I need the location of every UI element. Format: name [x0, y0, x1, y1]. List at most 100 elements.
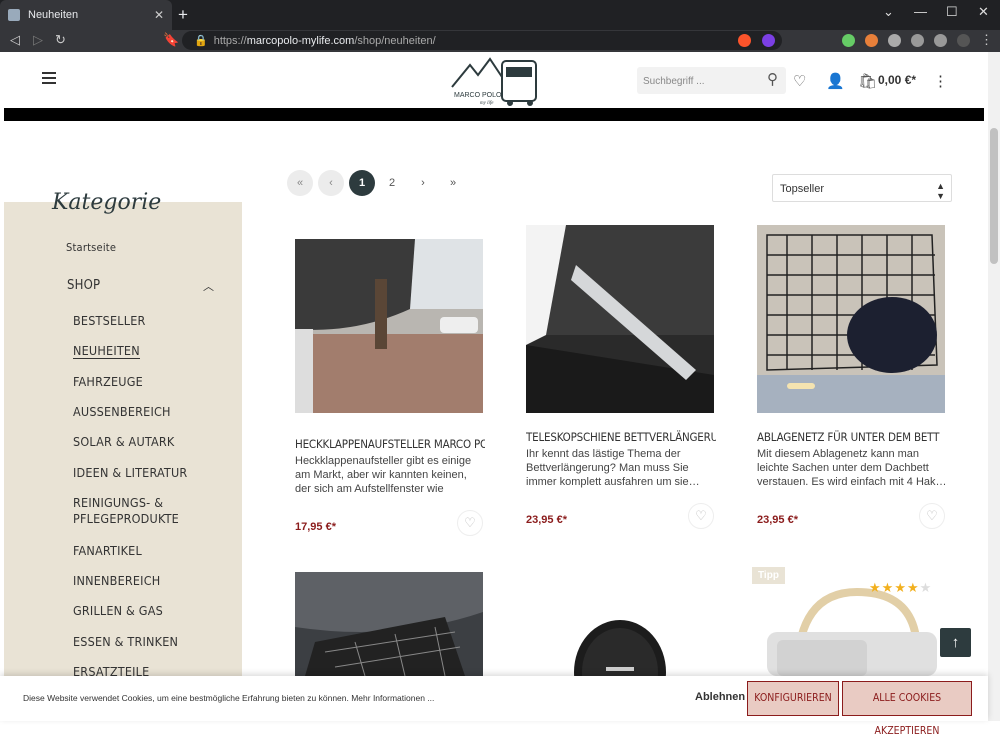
- next-page-button[interactable]: ›: [410, 170, 436, 196]
- metamask-icon[interactable]: [865, 34, 878, 47]
- cookie-reject-button[interactable]: Ablehnen: [695, 691, 745, 703]
- wishlist-icon[interactable]: ♡: [793, 72, 806, 90]
- cookie-configure-button[interactable]: Konfigurieren: [747, 681, 839, 716]
- product-description: Mit diesem Ablagenetz kann man leichte S…: [757, 448, 947, 488]
- product-card[interactable]: Ablagenetz für unter dem Bett Mit diesem…: [757, 225, 947, 529]
- tab-title: Neuheiten: [28, 9, 79, 21]
- product-price: 23,95 €*: [757, 514, 798, 526]
- product-price: 23,95 €*: [526, 514, 567, 526]
- star-empty-icon: ★: [919, 580, 933, 595]
- lock-icon: 🔒: [194, 35, 208, 47]
- more-menu-icon[interactable]: ⋮: [933, 72, 948, 90]
- product-image[interactable]: [757, 225, 945, 413]
- close-tab-icon[interactable]: ✕: [154, 8, 164, 22]
- sidebar-item-bestseller[interactable]: Bestseller: [73, 313, 146, 328]
- media-icon[interactable]: [911, 34, 924, 47]
- scrollbar-thumb[interactable]: [990, 128, 998, 264]
- rating-stars: ★★★★★: [869, 580, 932, 596]
- address-bar[interactable]: 🔒 https:// marcopolo-mylife.com /shop/ne…: [182, 31, 782, 50]
- sidebar-item-reinigung[interactable]: Reinigungs- & Pflegeprodukte: [73, 495, 183, 527]
- heart-icon[interactable]: ♡: [457, 510, 483, 536]
- product-image[interactable]: [295, 232, 483, 420]
- new-tab-button[interactable]: +: [178, 5, 188, 25]
- product-card[interactable]: Heckklappenaufsteller Marco Polo oder He…: [295, 232, 485, 536]
- site-logo[interactable]: MARCO POLO my life: [450, 55, 540, 107]
- brave-shield-icon[interactable]: [738, 34, 751, 47]
- heart-icon[interactable]: ♡: [688, 503, 714, 529]
- product-title[interactable]: Heckklappenaufsteller Marco Polo oder: [295, 437, 485, 451]
- sidebar-item-aussenbereich[interactable]: Aussenbereich: [73, 404, 171, 419]
- product-title[interactable]: Ablagenetz für unter dem Bett: [757, 430, 947, 444]
- select-caret-icon: ▲ ▼: [936, 181, 945, 201]
- product-description: Heckklappenaufsteller gibt es einige am …: [295, 455, 472, 495]
- bookmark-icon[interactable]: 🔖: [163, 32, 179, 48]
- scroll-to-top-button[interactable]: ↑: [940, 628, 971, 657]
- logo-subtext: my life: [480, 101, 494, 106]
- menu-icon[interactable]: [42, 72, 56, 87]
- favicon-icon: [8, 9, 20, 21]
- chevron-up-icon[interactable]: ︿: [203, 278, 214, 294]
- wallet-icon[interactable]: [934, 34, 947, 47]
- star-icon: ★: [881, 580, 895, 595]
- sidebar-item-solar[interactable]: Solar & Autark: [73, 434, 174, 449]
- sidebar-item-grillen[interactable]: Grillen & Gas: [73, 603, 163, 618]
- extensions-puzzle-icon[interactable]: [888, 34, 901, 47]
- heart-icon[interactable]: ♡: [919, 503, 945, 529]
- brave-rewards-icon[interactable]: [762, 34, 775, 47]
- tipp-badge: Tipp: [752, 567, 785, 584]
- sidebar-item-innenbereich[interactable]: Innenbereich: [73, 573, 160, 588]
- tab-search-icon[interactable]: ⌄: [883, 4, 894, 20]
- star-icon: ★: [894, 580, 907, 595]
- cart-total[interactable]: 0,00 €*: [878, 73, 916, 87]
- product-title[interactable]: Teleskopschiene Bettverlängerung: [526, 430, 716, 444]
- profile-avatar[interactable]: [957, 34, 970, 47]
- sidebar-item-fahrzeuge[interactable]: Fahrzeuge: [73, 374, 143, 389]
- sort-select[interactable]: Topseller ▲ ▼: [772, 174, 952, 202]
- product-price: 17,95 €*: [295, 521, 336, 533]
- sidebar-item-ideen[interactable]: Ideen & Literatur: [73, 465, 187, 480]
- page-1-button[interactable]: 1: [349, 170, 375, 196]
- product-image[interactable]: [526, 225, 714, 413]
- url-host: marcopolo-mylife.com: [246, 34, 355, 47]
- product-image[interactable]: [295, 572, 483, 676]
- search-input[interactable]: Suchbegriff ... ⚲: [637, 67, 786, 94]
- product-description: Ihr kennt das lästige Thema der Bettverl…: [526, 448, 700, 488]
- forward-icon[interactable]: ▷: [33, 32, 43, 48]
- browser-menu-icon[interactable]: ⋮: [980, 32, 993, 48]
- url-path: /shop/neuheiten/: [354, 34, 436, 47]
- reload-icon[interactable]: ↻: [55, 32, 66, 48]
- product-card[interactable]: Teleskopschiene Bettverlängerung Ihr ken…: [526, 225, 716, 529]
- product-image[interactable]: [526, 572, 714, 676]
- browser-tabbar: Neuheiten ✕ + ⌄ — ☐ ✕: [0, 0, 1000, 30]
- browser-tab[interactable]: Neuheiten ✕: [0, 0, 172, 30]
- cookie-accept-all-button[interactable]: Alle Cookies akzeptieren: [842, 681, 972, 737]
- page-scrollbar[interactable]: [988, 52, 1000, 721]
- search-placeholder: Suchbegriff ...: [643, 76, 705, 87]
- cookie-text[interactable]: Diese Website verwendet Cookies, um eine…: [23, 693, 434, 703]
- last-page-button[interactable]: »: [440, 170, 466, 196]
- maximize-button[interactable]: ☐: [946, 4, 958, 20]
- site-header: MARCO POLO my life Suchbegriff ... ⚲ ♡ 👤…: [0, 52, 988, 108]
- sidebar-item-shop[interactable]: Shop: [67, 278, 100, 293]
- sidebar-item-home[interactable]: Startseite: [66, 241, 116, 254]
- sidebar-title: Kategorie: [52, 190, 162, 215]
- cart-icon[interactable]: 🛍: [858, 72, 877, 90]
- sidebar-item-fanartikel[interactable]: Fanartikel: [73, 543, 142, 558]
- first-page-button[interactable]: «: [287, 170, 313, 196]
- minimize-button[interactable]: —: [914, 4, 927, 19]
- prev-page-button[interactable]: ‹: [318, 170, 344, 196]
- account-icon[interactable]: 👤: [826, 72, 845, 90]
- cookie-banner: Diese Website verwendet Cookies, um eine…: [0, 676, 988, 737]
- back-icon[interactable]: ◁: [10, 32, 20, 48]
- sidebar-item-essen[interactable]: Essen & Trinken: [73, 634, 178, 649]
- browser-toolbar: ◁ ▷ ↻ 🔖 🔒 https:// marcopolo-mylife.com …: [0, 30, 1000, 52]
- logo-text: MARCO POLO: [454, 92, 502, 99]
- search-icon[interactable]: ⚲: [767, 70, 778, 88]
- hero-banner: [4, 108, 984, 121]
- sidebar-item-neuheiten[interactable]: Neuheiten: [73, 343, 140, 359]
- close-window-button[interactable]: ✕: [978, 4, 989, 20]
- star-icon: ★: [906, 580, 920, 595]
- url-prefix: https://: [213, 34, 247, 47]
- extension-icon[interactable]: [842, 34, 855, 47]
- page-2-button[interactable]: 2: [379, 170, 405, 196]
